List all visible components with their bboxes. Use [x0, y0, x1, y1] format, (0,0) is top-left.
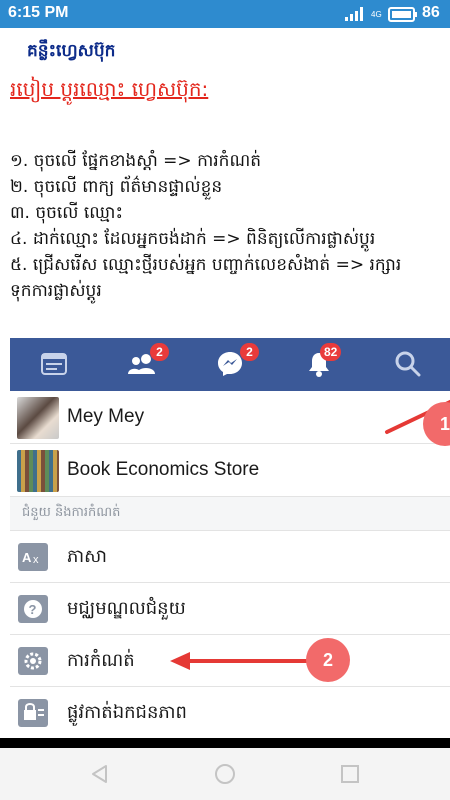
step-marker-2: 2	[306, 638, 350, 682]
step-line: ទុកការផ្លាស់ប្ដូរ	[10, 281, 102, 301]
search-icon	[395, 351, 421, 377]
svg-text:A: A	[22, 550, 32, 565]
step-line: ១. ចុចលើ ផ្នែកខាងស្ដាំ => ការកំណត់	[10, 151, 261, 171]
menu-label: ផ្លូវកាត់ឯកជនភាព	[67, 702, 187, 723]
notifications-badge: 82	[320, 343, 342, 361]
messenger-icon	[218, 352, 242, 376]
instruction-steps: ១. ចុចលើ ផ្នែកខាងស្ដាំ => ការកំណត់ ២. ចុ…	[10, 148, 440, 304]
news-feed-icon	[41, 353, 67, 375]
network-type: 4G	[371, 10, 382, 19]
android-nav-bar	[0, 748, 450, 800]
profile-row-book-economics-store[interactable]: Book Economics Store	[10, 444, 450, 497]
translate-icon: A x	[18, 543, 48, 571]
status-bar: 6:15 PM 4G 86	[0, 0, 450, 28]
status-time: 6:15 PM	[8, 4, 69, 21]
menu-item-privacy-shortcuts[interactable]: ផ្លូវកាត់ឯកជនភាព	[10, 687, 450, 738]
profile-name: Book Economics Store	[67, 459, 260, 480]
friends-badge: 2	[150, 343, 169, 361]
profile-name: Mey Mey	[67, 406, 145, 427]
gear-icon	[18, 647, 48, 675]
avatar	[17, 450, 59, 492]
menu-item-help-center[interactable]: ? មជ្ឈមណ្ឌលជំនួយ	[10, 583, 450, 635]
battery-percent: 86	[422, 4, 440, 21]
back-icon[interactable]	[90, 764, 110, 784]
step-line: ៣. ចុចលើ ឈ្មោះ	[10, 203, 123, 223]
home-icon[interactable]	[214, 763, 236, 785]
messenger-badge: 2	[240, 343, 259, 361]
facebook-menu-screenshot: 2 2 82 Mey Mey Book Economics Store ជំនួ…	[10, 338, 450, 738]
article: គន្លឹះហ្វេសប៊ុក របៀប ប្ដូរឈ្មោះ ហ្វេសប៊ុ…	[0, 28, 450, 338]
menu-item-language[interactable]: A x ភាសា	[10, 531, 450, 583]
menu-label: ការកំណត់	[67, 650, 135, 671]
avatar	[17, 397, 59, 439]
signal-icon	[345, 7, 363, 21]
step-line: ៤. ដាក់ឈ្មោះ ដែលអ្នកចង់ដាក់ => ពិនិត្យលើ…	[10, 229, 376, 249]
recents-icon[interactable]	[340, 764, 360, 784]
nav-search[interactable]	[362, 338, 450, 391]
nav-friend-requests[interactable]: 2	[98, 338, 186, 391]
section-header-label: ជំនួយ និងការកំណត់	[22, 505, 121, 520]
profile-row-mey-mey[interactable]: Mey Mey	[10, 391, 450, 444]
article-headline: របៀប ប្ដូរឈ្មោះ ហ្វេសប៊ុក:	[10, 77, 209, 101]
nav-news-feed[interactable]	[10, 338, 98, 391]
screenshot-bottom-edge	[0, 738, 450, 748]
privacy-lock-icon	[18, 699, 48, 727]
nav-notifications[interactable]: 82	[274, 338, 362, 391]
facebook-nav-bar: 2 2 82	[10, 338, 450, 391]
svg-text:x: x	[33, 554, 39, 566]
menu-label: ភាសា	[67, 546, 107, 567]
battery-icon	[388, 7, 417, 22]
help-icon: ?	[18, 595, 48, 623]
step-line: ២. ចុចលើ ពាក្យ ព័ត៌មានផ្ទាល់ខ្លួន	[10, 177, 223, 197]
svg-text:?: ?	[29, 602, 37, 617]
section-header: ជំនួយ និងការកំណត់	[10, 497, 450, 531]
menu-item-settings[interactable]: ការកំណត់	[10, 635, 450, 687]
step-line: ៥. ជ្រើសរើស ឈ្មោះថ្មីរបស់អ្នក បញ្ចាក់លេខ…	[10, 255, 402, 275]
site-brand: គន្លឹះហ្វេសប៊ុក	[27, 41, 116, 61]
nav-messenger[interactable]: 2	[186, 338, 274, 391]
menu-label: មជ្ឈមណ្ឌលជំនួយ	[67, 598, 186, 619]
